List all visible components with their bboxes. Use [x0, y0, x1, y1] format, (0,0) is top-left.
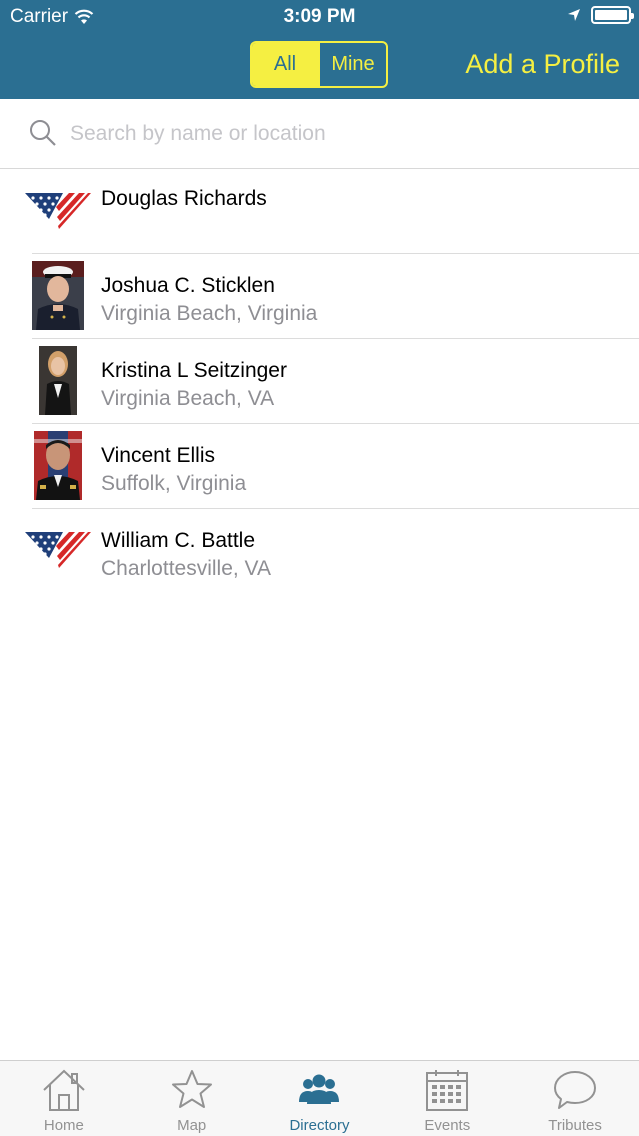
profile-location: Suffolk, Virginia: [101, 472, 247, 495]
tab-tributes[interactable]: Tributes: [511, 1061, 639, 1136]
profile-photo: [32, 261, 84, 330]
tab-directory[interactable]: Directory: [256, 1061, 384, 1136]
profile-row[interactable]: William C. Battle Charlottesville, VA: [0, 508, 639, 593]
segment-all[interactable]: All: [252, 43, 318, 86]
segment-mine[interactable]: Mine: [318, 43, 386, 86]
search-icon: [30, 120, 56, 146]
status-bar: Carrier 3:09 PM: [0, 0, 639, 34]
battery-icon: [591, 6, 634, 24]
home-icon: [43, 1069, 85, 1111]
tab-label: Tributes: [548, 1117, 602, 1134]
speech-bubble-icon: [554, 1071, 597, 1109]
status-time: 3:09 PM: [283, 6, 356, 27]
profile-location: Virginia Beach, Virginia: [101, 302, 318, 325]
calendar-icon: [426, 1070, 469, 1111]
profile-photo: [39, 346, 77, 415]
location-arrow-icon: [568, 9, 580, 21]
profile-name: William C. Battle: [101, 529, 256, 552]
tab-bar: Home Map Directory Events Tributes: [0, 1060, 639, 1136]
profile-location: Virginia Beach, VA: [101, 387, 275, 410]
add-profile-button[interactable]: Add a Profile: [465, 49, 620, 80]
search-bar: [0, 99, 639, 169]
profile-name: Douglas Richards: [101, 187, 267, 210]
tab-events[interactable]: Events: [383, 1061, 511, 1136]
tab-map[interactable]: Map: [128, 1061, 256, 1136]
people-icon: [299, 1074, 340, 1104]
profile-name: Kristina L Seitzinger: [101, 359, 287, 382]
navigation-header: Carrier 3:09 PM All Mine Add a Profile: [0, 0, 639, 99]
tab-label: Directory: [289, 1117, 350, 1134]
profile-photo: [34, 431, 82, 500]
profile-row[interactable]: Douglas Richards: [0, 169, 639, 254]
tab-home[interactable]: Home: [0, 1061, 128, 1136]
profile-location: Charlottesville, VA: [101, 557, 272, 580]
tab-label: Home: [43, 1117, 84, 1134]
profile-row[interactable]: Vincent Ellis Suffolk, Virginia: [0, 423, 639, 508]
star-icon: [171, 1070, 212, 1108]
tab-label: Map: [177, 1117, 207, 1134]
flag-emblem-icon: [25, 193, 91, 229]
profile-row[interactable]: Kristina L Seitzinger Virginia Beach, VA: [0, 338, 639, 423]
flag-emblem-icon: [25, 532, 91, 568]
profile-name: Vincent Ellis: [101, 444, 216, 467]
status-right-icons: [567, 6, 634, 24]
tab-label: Events: [424, 1117, 471, 1134]
all-mine-segmented-control[interactable]: All Mine: [250, 41, 388, 88]
profile-row[interactable]: Joshua C. Sticklen Virginia Beach, Virgi…: [0, 253, 639, 338]
search-input[interactable]: [70, 119, 610, 149]
profile-name: Joshua C. Sticklen: [101, 274, 275, 297]
